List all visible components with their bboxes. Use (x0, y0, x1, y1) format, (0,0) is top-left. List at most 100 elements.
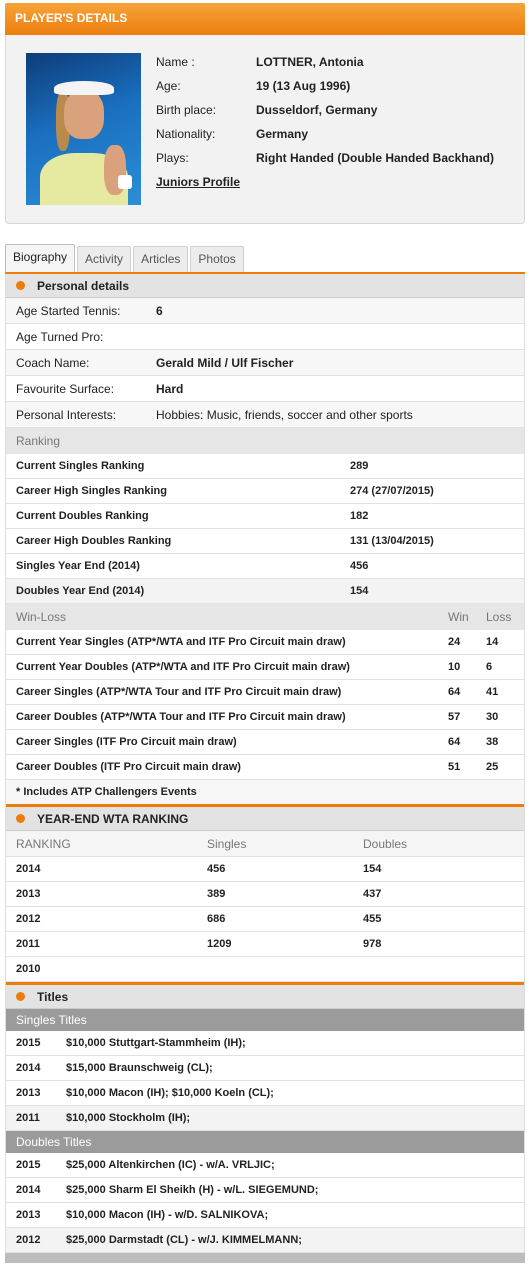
loss-value: 30 (486, 711, 499, 723)
titles-header: Titles (6, 985, 524, 1009)
info-value: 19 (13 Aug 1996) (256, 79, 351, 93)
year-cell: 2010 (16, 963, 41, 975)
title-year: 2013 (16, 1209, 41, 1221)
loss-value: 14 (486, 636, 499, 648)
field-label: Personal Interests: (16, 407, 117, 422)
win-loss-title: Win-Loss (16, 610, 67, 624)
personal-details-list: Age Started Tennis: 6 Age Turned Pro: Co… (6, 298, 524, 428)
title-year: 2011 (16, 1112, 40, 1124)
year-cell: 2014 (16, 863, 41, 875)
title-year: 2015 (16, 1159, 41, 1171)
field-label: Favourite Surface: (16, 381, 115, 396)
challengers-note: * Includes ATP Challengers Events (6, 780, 524, 804)
loss-value: 38 (486, 736, 499, 748)
title-year: 2014 (16, 1184, 41, 1196)
player-photo (26, 53, 141, 205)
info-row-name: Name : LOTTNER, Antonia (156, 55, 494, 79)
tab-photos[interactable]: Photos (190, 246, 244, 272)
table-row: Career Doubles (ATP*/WTA Tour and ITF Pr… (6, 705, 524, 730)
table-row: 2011 $10,000 Stockholm (IH); (6, 1106, 524, 1131)
table-row: 2014 $25,000 Sharm El Sheikh (H) - w/L. … (6, 1178, 524, 1203)
info-label: Age: (156, 79, 181, 93)
year-cell: 2013 (16, 888, 41, 900)
tab-biography[interactable]: Biography (5, 244, 76, 272)
win-column-header: Win (448, 610, 469, 624)
title-text: $10,000 Stockholm (IH); (66, 1112, 191, 1124)
ranking-value: 274 (27/07/2015) (350, 485, 434, 497)
juniors-profile-link[interactable]: Juniors Profile (156, 175, 240, 199)
section-title: Personal details (37, 278, 130, 293)
column-header: RANKING (16, 836, 71, 851)
tab-articles[interactable]: Articles (133, 246, 189, 272)
doubles-cell: 978 (363, 938, 382, 950)
ranking-value: 154 (350, 585, 369, 597)
table-row: 2015 $10,000 Stuttgart-Stammheim (IH); (6, 1031, 524, 1056)
info-value: Right Handed (Double Handed Backhand) (256, 151, 495, 165)
field-value: Gerald Mild / Ulf Fischer (156, 355, 294, 370)
title-year: 2012 (16, 1234, 41, 1246)
ranking-label: Career High Doubles Ranking (16, 535, 172, 547)
ranking-value: 456 (350, 560, 369, 572)
singles-cell: 1209 (207, 938, 232, 950)
player-info: Name : LOTTNER, Antonia Age: 19 (13 Aug … (156, 55, 494, 199)
table-row: 2012 $25,000 Darmstadt (CL) - w/J. KIMME… (6, 1228, 524, 1253)
field-value: Hard (156, 381, 184, 396)
tab-activity[interactable]: Activity (77, 246, 132, 272)
info-label: Nationality: (156, 127, 216, 141)
ranking-label: Career High Singles Ranking (16, 485, 167, 497)
win-loss-label: Current Year Doubles (ATP*/WTA and ITF P… (16, 661, 350, 673)
info-value: Germany (256, 127, 309, 141)
year-end-ranking-header: YEAR-END WTA RANKING (6, 807, 524, 831)
ranking-header: Ranking (6, 428, 524, 454)
info-label: Birth place: (156, 103, 217, 117)
title-text: $25,000 Altenkirchen (IC) - w/A. VRLJIC; (66, 1159, 275, 1171)
table-row: Career High Singles Ranking 274 (27/07/2… (6, 479, 524, 504)
list-item: Coach Name: Gerald Mild / Ulf Fischer (6, 350, 524, 376)
loss-column-header: Loss (486, 610, 512, 624)
field-label: Coach Name: (16, 355, 90, 370)
win-loss-label: Career Doubles (ITF Pro Circuit main dra… (16, 761, 241, 773)
player-details-panel: Name : LOTTNER, Antonia Age: 19 (13 Aug … (5, 35, 525, 224)
win-value: 57 (448, 711, 461, 723)
table-row: 2011 1209 978 (6, 932, 524, 957)
ranking-label: Doubles Year End (2014) (16, 585, 145, 597)
singles-cell: 389 (207, 888, 226, 900)
table-row: 2012 686 455 (6, 907, 524, 932)
table-row: Current Year Singles (ATP*/WTA and ITF P… (6, 630, 524, 655)
table-row: Career High Doubles Ranking 131 (13/04/2… (6, 529, 524, 554)
title-text: $10,000 Macon (IH) - w/D. SALNIKOVA; (66, 1209, 269, 1221)
players-details-header: PLAYER'S DETAILS (5, 3, 525, 35)
table-row: 2013 389 437 (6, 882, 524, 907)
win-value: 24 (448, 636, 461, 648)
table-row: 2014 456 154 (6, 857, 524, 882)
column-header: Singles (207, 836, 247, 851)
info-row-birthplace: Birth place: Dusseldorf, Germany (156, 103, 494, 127)
field-label: Age Turned Pro: (16, 329, 104, 344)
year-cell: 2011 (16, 938, 40, 950)
profile-tabs: Biography Activity Articles Photos (5, 244, 525, 272)
info-row-age: Age: 19 (13 Aug 1996) (156, 79, 494, 103)
doubles-cell: 455 (363, 913, 382, 925)
info-value: Dusseldorf, Germany (256, 103, 378, 117)
loss-value: 41 (486, 686, 499, 698)
column-header: Doubles (363, 836, 408, 851)
personal-details-header: Personal details (6, 274, 524, 298)
bullet-icon (16, 814, 25, 823)
doubles-cell: 154 (363, 863, 382, 875)
table-row: 2013 $10,000 Macon (IH) - w/D. SALNIKOVA… (6, 1203, 524, 1228)
title-text: $15,000 Braunschweig (CL); (66, 1062, 213, 1074)
info-value: LOTTNER, Antonia (256, 55, 364, 69)
info-row-nationality: Nationality: Germany (156, 127, 494, 151)
field-label: Age Started Tennis: (16, 303, 121, 318)
title-text: $25,000 Sharm El Sheikh (H) - w/L. SIEGE… (66, 1184, 319, 1196)
win-loss-label: Career Singles (ITF Pro Circuit main dra… (16, 736, 237, 748)
win-value: 51 (448, 761, 461, 773)
info-row-plays: Plays: Right Handed (Double Handed Backh… (156, 151, 494, 175)
title-year: 2014 (16, 1062, 41, 1074)
list-item: Favourite Surface: Hard (6, 376, 524, 402)
field-value: 6 (156, 303, 163, 318)
table-row: 2010 (6, 957, 524, 982)
title-text: $10,000 Stuttgart-Stammheim (IH); (66, 1037, 246, 1049)
ranking-label: Current Doubles Ranking (16, 510, 149, 522)
list-item: Age Started Tennis: 6 (6, 298, 524, 324)
